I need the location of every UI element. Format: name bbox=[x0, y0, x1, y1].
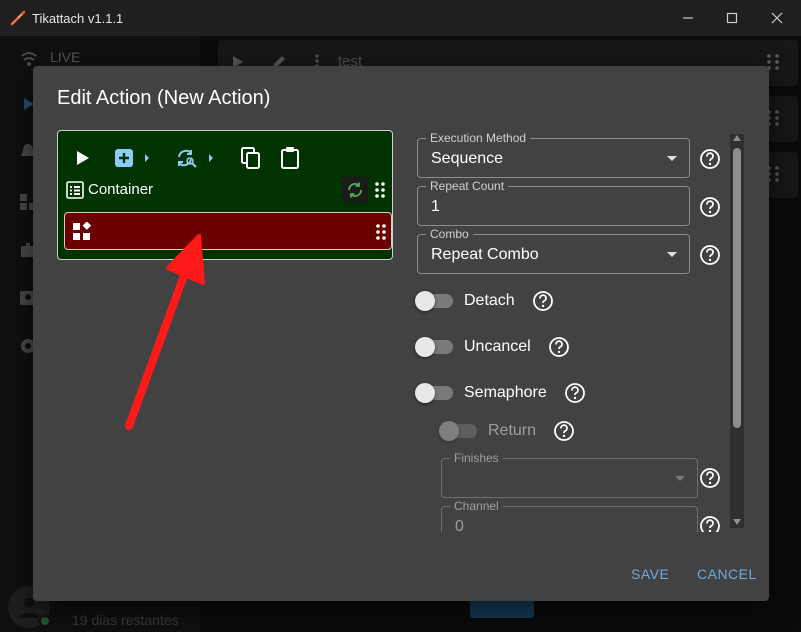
annotation-arrow bbox=[125, 234, 205, 430]
